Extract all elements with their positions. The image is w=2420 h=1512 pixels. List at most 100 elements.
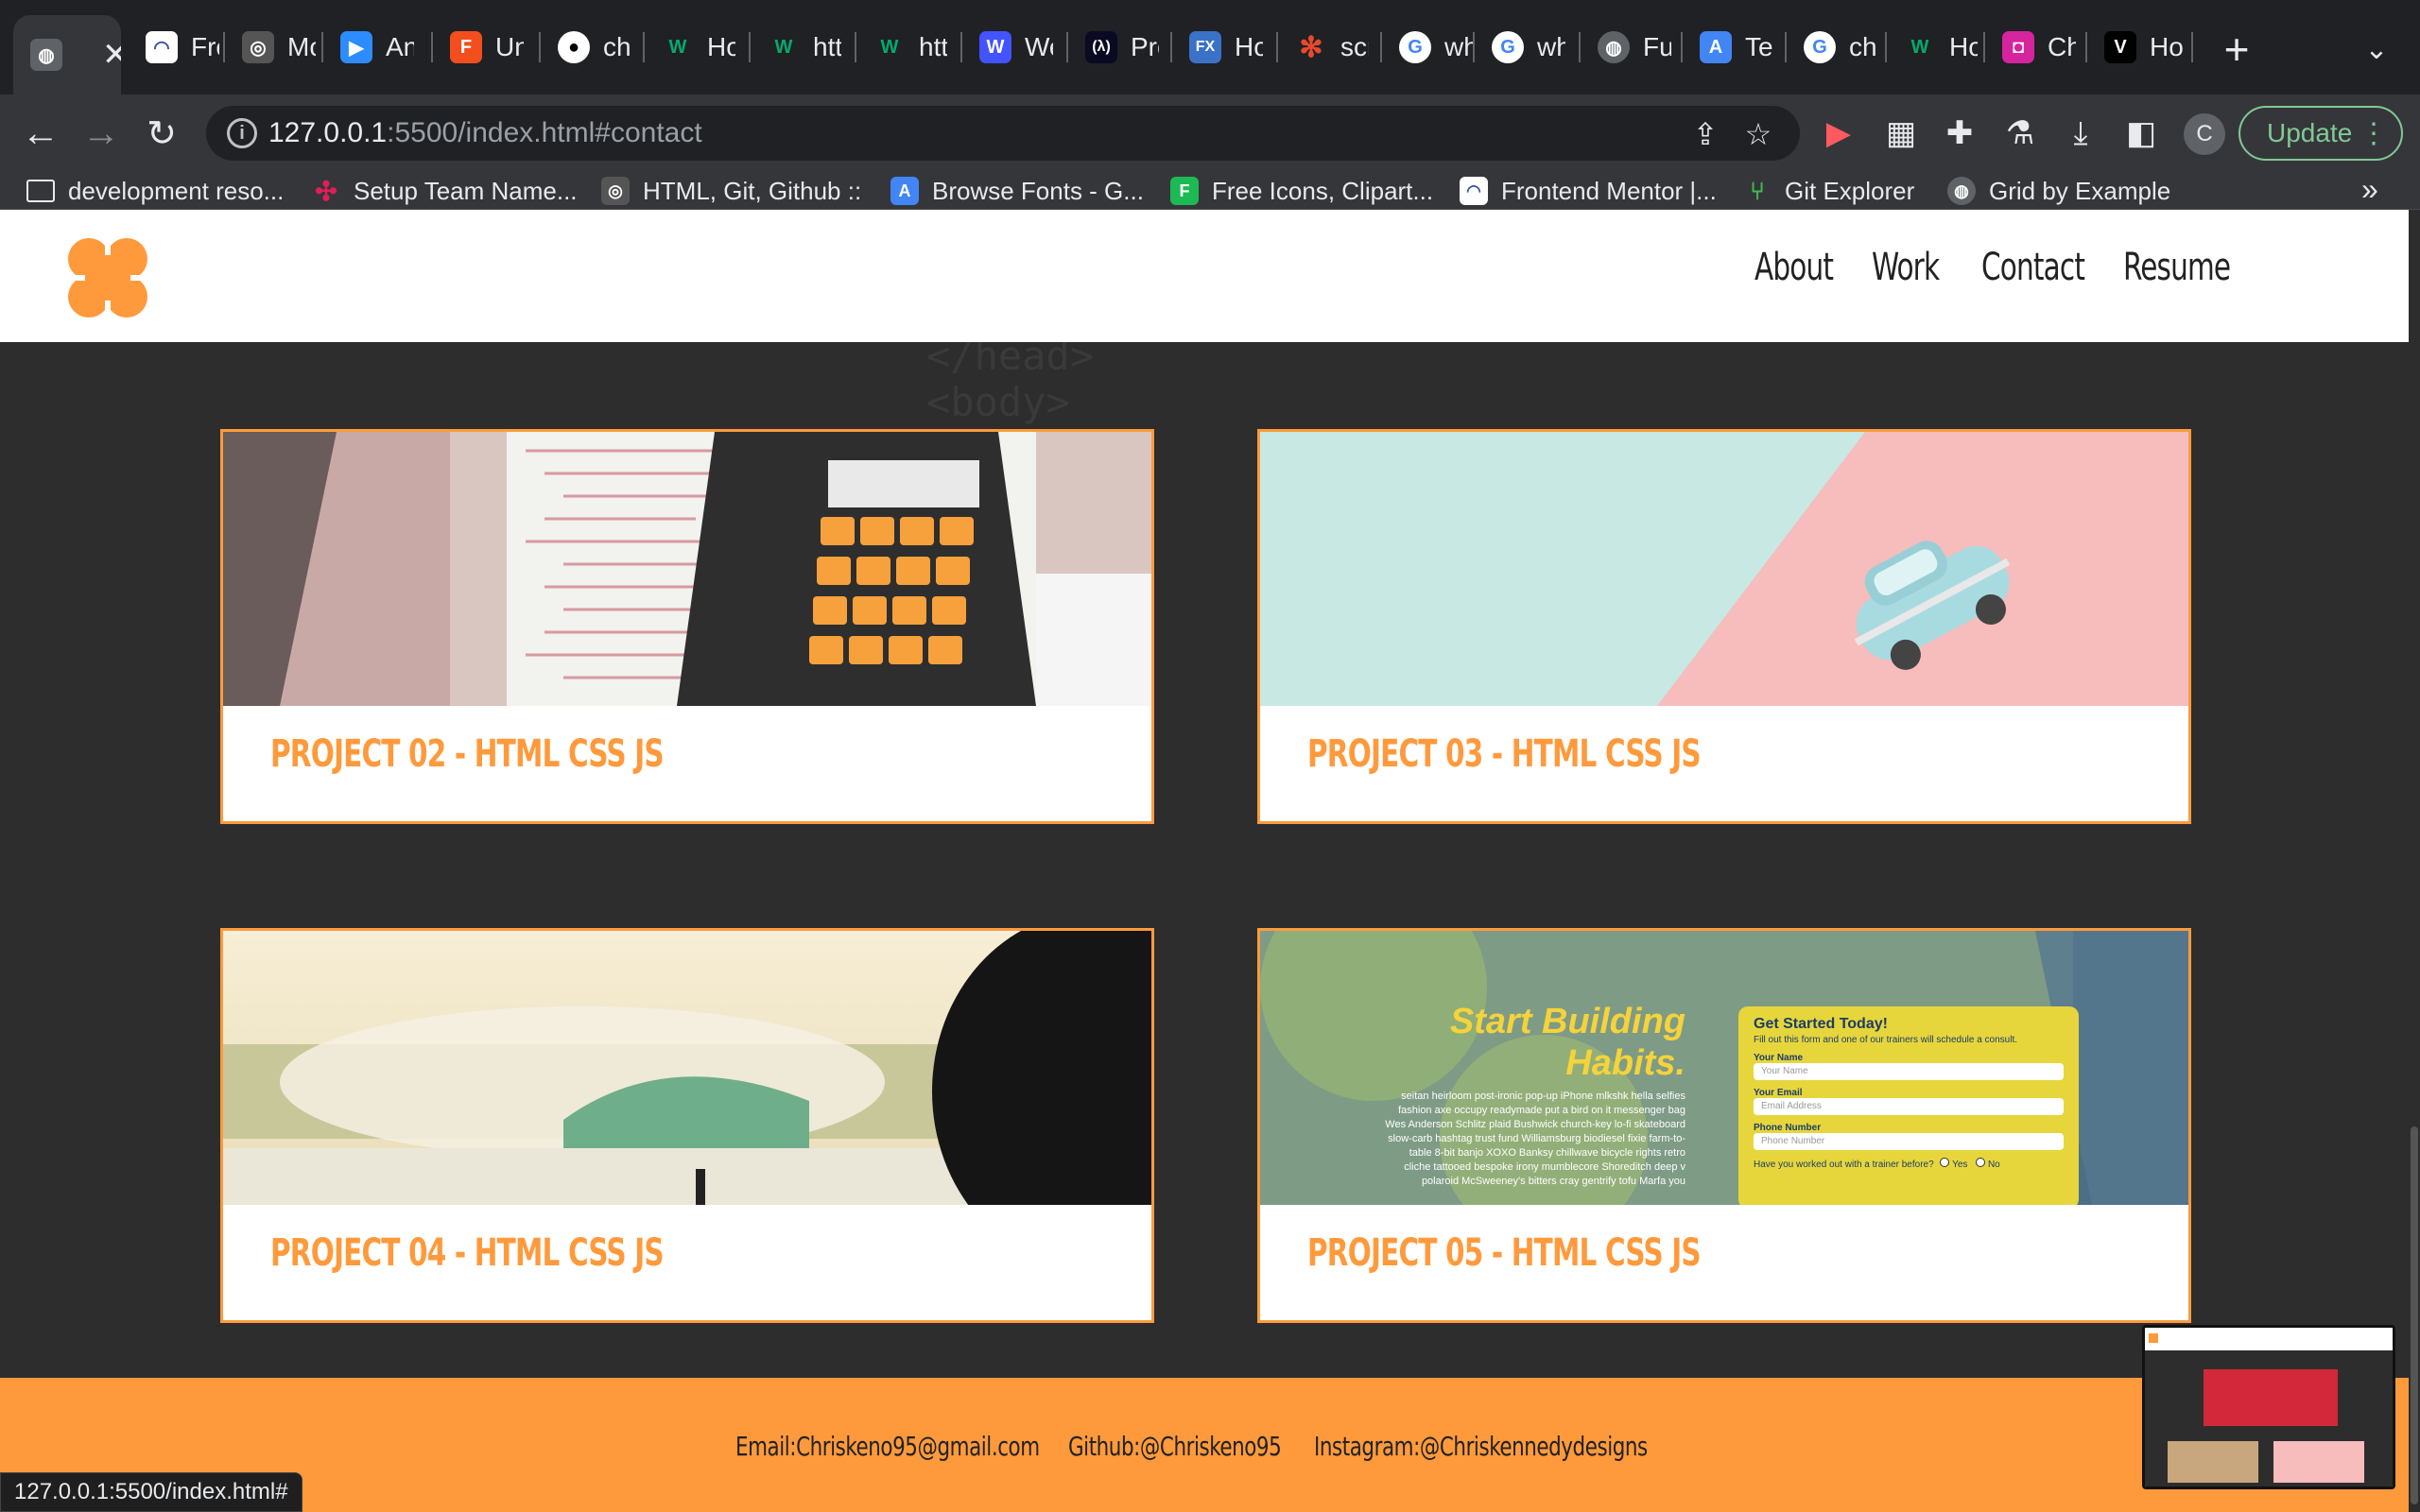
google-fonts-icon: A	[1700, 31, 1732, 63]
tab[interactable]: Whtt	[751, 21, 841, 74]
folder-icon	[26, 180, 55, 202]
habits-body-text: seitan heirloom post-ironic pop-up iPhon…	[1385, 1091, 1685, 1187]
tab-title: An	[386, 32, 414, 61]
project-title[interactable]: PROJECT 05 - HTML CSS JS	[1307, 1231, 1702, 1275]
tab[interactable]: (λ) Pro	[1068, 21, 1159, 74]
tab-title: Ho	[1235, 32, 1263, 61]
url-text[interactable]: 127.0.0.1:5500/index.html#contact	[268, 117, 702, 149]
scrollbar-thumb[interactable]	[2411, 1126, 2418, 1504]
bookmark-label: development reso...	[68, 176, 285, 205]
clover-logo-icon[interactable]	[60, 231, 155, 325]
phone-field[interactable]: Phone Number	[1754, 1133, 2064, 1150]
bookmark-item[interactable]: ◎ HTML, Git, Github ::	[601, 174, 861, 208]
tab[interactable]: A Tel	[1683, 21, 1773, 74]
tab[interactable]: ✻ scr	[1278, 21, 1369, 74]
update-label: Update	[2267, 118, 2353, 147]
project-card[interactable]: Start Building Habits. seitan heirloom p…	[1257, 928, 2191, 1323]
side-panel-icon[interactable]: ◧	[2119, 112, 2163, 155]
bookmark-label: HTML, Git, Github ::	[643, 176, 862, 205]
new-tab-button[interactable]: +	[2210, 23, 2263, 76]
bookmark-label: Browse Fonts - G...	[932, 176, 1144, 205]
bookmarks-overflow-icon[interactable]: »	[2361, 172, 2378, 207]
footer-instagram-link[interactable]: Instagram:@Chriskennedydesigns	[1314, 1431, 1648, 1462]
page-preview-thumbnail[interactable]	[2142, 1325, 2395, 1489]
project-title[interactable]: PROJECT 02 - HTML CSS JS	[270, 732, 665, 776]
tab[interactable]: ◘ Ch	[1985, 21, 2076, 74]
extension-video-icon[interactable]: ▶	[1817, 112, 1860, 155]
project-thumbnail	[223, 931, 1151, 1205]
nav-contact-link[interactable]: Contact	[1981, 246, 2085, 289]
trainer-question: Have you worked out with a trainer befor…	[1754, 1160, 1934, 1170]
project-card[interactable]: PROJECT 03 - HTML CSS JS	[1257, 429, 2191, 824]
bookmark-item[interactable]: ◠ Frontend Mentor |...	[1460, 174, 1717, 208]
bookmark-item[interactable]: development reso...	[26, 174, 284, 208]
tab-title: Mc	[287, 32, 316, 61]
nav-resume-link[interactable]: Resume	[2123, 246, 2231, 289]
footer-github-link[interactable]: Github:@Chriskeno95	[1068, 1431, 1282, 1462]
tab[interactable]: F Un	[433, 21, 524, 74]
close-icon[interactable]: ✕	[102, 36, 121, 74]
trainer-question-row: Have you worked out with a trainer befor…	[1754, 1158, 2064, 1170]
tab[interactable]: Gwh	[1475, 21, 1565, 74]
extensions-puzzle-icon[interactable]: ✚	[1938, 112, 1981, 155]
tab[interactable]: W Ho	[1887, 21, 1978, 74]
name-field-label: Your Name	[1754, 1053, 1804, 1063]
tab[interactable]: W Ho	[645, 21, 735, 74]
project-title[interactable]: PROJECT 03 - HTML CSS JS	[1307, 732, 1702, 776]
reload-button[interactable]: ↻	[138, 110, 185, 157]
nav-about-link[interactable]: About	[1754, 246, 1834, 289]
forward-button[interactable]: →	[78, 110, 125, 157]
name-field[interactable]: Your Name	[1754, 1063, 2064, 1080]
bookmark-item[interactable]: ◍ Grid by Example	[1947, 174, 2170, 208]
project-card[interactable]: PROJECT 04 - HTML CSS JS	[220, 928, 1154, 1323]
tab[interactable]: Whtt	[856, 21, 947, 74]
page-scrollbar[interactable]	[2409, 342, 2420, 1512]
bookmark-item[interactable]: ⑂ Git Explorer	[1743, 174, 1914, 208]
footer-links: Email:Chriskeno95@gmail.com Github:@Chri…	[735, 1431, 1648, 1462]
tab[interactable]: Gch	[1787, 21, 1877, 74]
tab[interactable]: ◎ Mc	[225, 21, 316, 74]
project-thumbnail	[1260, 432, 2188, 706]
tab-active[interactable]: ◍ ✕	[13, 15, 121, 94]
calculator-code-image	[223, 432, 1151, 706]
address-bar[interactable]: i 127.0.0.1:5500/index.html#contact ⇪ ☆	[206, 106, 1800, 161]
project-card[interactable]: PROJECT 02 - HTML CSS JS	[220, 429, 1154, 824]
tab[interactable]: W We	[962, 21, 1053, 74]
google-icon: G	[1804, 31, 1836, 63]
bookmark-star-icon[interactable]: ☆	[1739, 115, 1777, 153]
no-radio[interactable]	[1976, 1158, 1986, 1167]
git-icon: ⑂	[1750, 176, 1765, 205]
tab[interactable]: V Ho	[2087, 21, 2186, 74]
tab[interactable]: ◍ Fu	[1581, 21, 1671, 74]
yes-radio[interactable]	[1940, 1158, 1950, 1167]
tab[interactable]: ● ch	[541, 21, 631, 74]
download-icon[interactable]: ⤓	[2059, 112, 2102, 155]
tab[interactable]: ▶ An	[323, 21, 414, 74]
extension-calendar-icon[interactable]: ▦	[1879, 112, 1923, 155]
tab[interactable]: Gwh	[1382, 21, 1473, 74]
labs-flask-icon[interactable]: ⚗	[1998, 112, 2042, 155]
habits-headline: Start Building Habits.	[1440, 1001, 1685, 1084]
tab-title: Ch	[2048, 32, 2076, 61]
back-button[interactable]: ←	[17, 110, 64, 157]
bookmark-item[interactable]: A Browse Fonts - G...	[890, 174, 1144, 208]
bookmark-label: Git Explorer	[1785, 176, 1915, 205]
update-button[interactable]: Update ⋮	[2238, 106, 2403, 161]
nav-work-link[interactable]: Work	[1872, 246, 1940, 289]
tab[interactable]: ◠ Fro	[129, 21, 219, 74]
bookmark-item[interactable]: F Free Icons, Clipart...	[1170, 174, 1433, 208]
profile-avatar[interactable]: C	[2184, 113, 2225, 155]
bookmarks-bar: development reso... ✣ Setup Team Name... …	[0, 172, 2420, 210]
tab-search-chevron-icon[interactable]: ⌄	[2354, 26, 2399, 72]
bookmark-item[interactable]: ✣ Setup Team Name...	[312, 174, 577, 208]
footer-email-link[interactable]: Email:Chriskeno95@gmail.com	[735, 1431, 1040, 1462]
globe-icon: ◍	[1947, 177, 1976, 205]
email-field[interactable]: Email Address	[1754, 1098, 2064, 1115]
site-info-icon[interactable]: i	[227, 118, 257, 148]
globe-icon: ◍	[30, 39, 62, 71]
share-icon[interactable]: ⇪	[1686, 115, 1724, 153]
tab[interactable]: FX Ho	[1172, 21, 1263, 74]
project-title[interactable]: PROJECT 04 - HTML CSS JS	[270, 1231, 665, 1275]
bookmark-label: Grid by Example	[1989, 176, 2171, 205]
more-menu-icon[interactable]: ⋮	[2360, 117, 2388, 150]
